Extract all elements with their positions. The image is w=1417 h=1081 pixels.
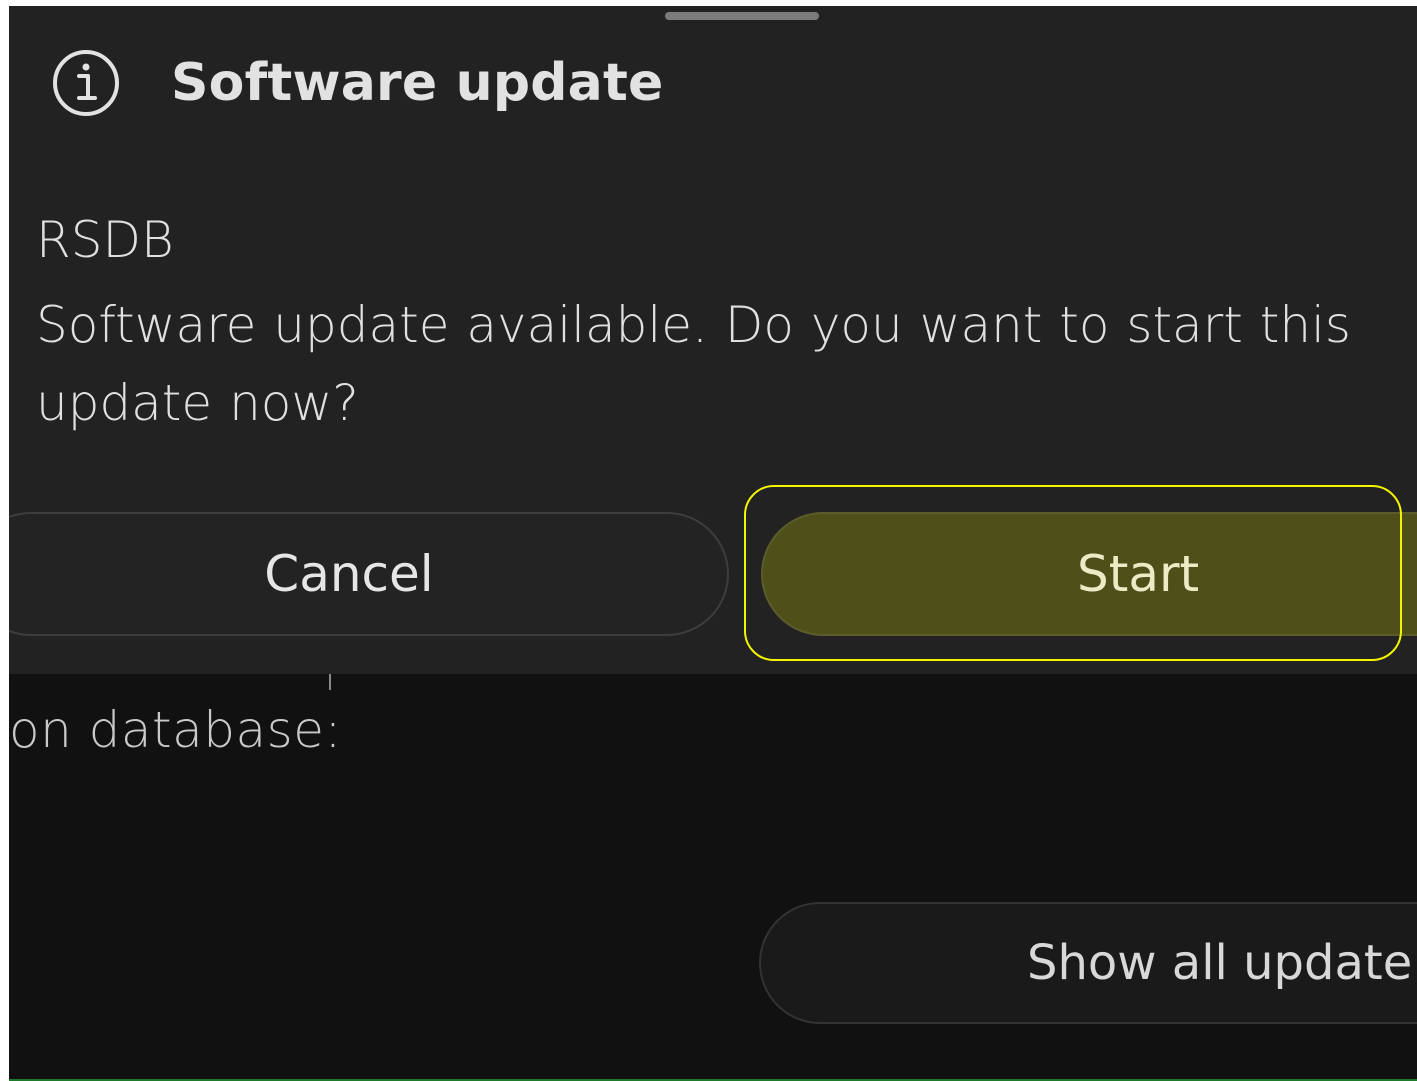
- dialog-title: Software update: [171, 53, 664, 113]
- dialog-message: Software update available. Do you want t…: [36, 296, 1351, 432]
- software-update-dialog: Software update RSDB Software update ava…: [9, 6, 1417, 674]
- info-icon: [51, 48, 121, 118]
- background-label: on database:: [9, 701, 342, 759]
- cancel-button[interactable]: Cancel: [9, 512, 729, 636]
- dialog-header: Software update: [51, 48, 663, 118]
- drag-handle[interactable]: [665, 12, 819, 20]
- start-button[interactable]: Start: [761, 512, 1417, 636]
- screen: on database: Show all update Software up…: [9, 6, 1417, 1081]
- show-all-updates-button[interactable]: Show all update: [759, 902, 1417, 1024]
- background-divider: [329, 674, 331, 690]
- app-name: RSDB: [36, 211, 174, 269]
